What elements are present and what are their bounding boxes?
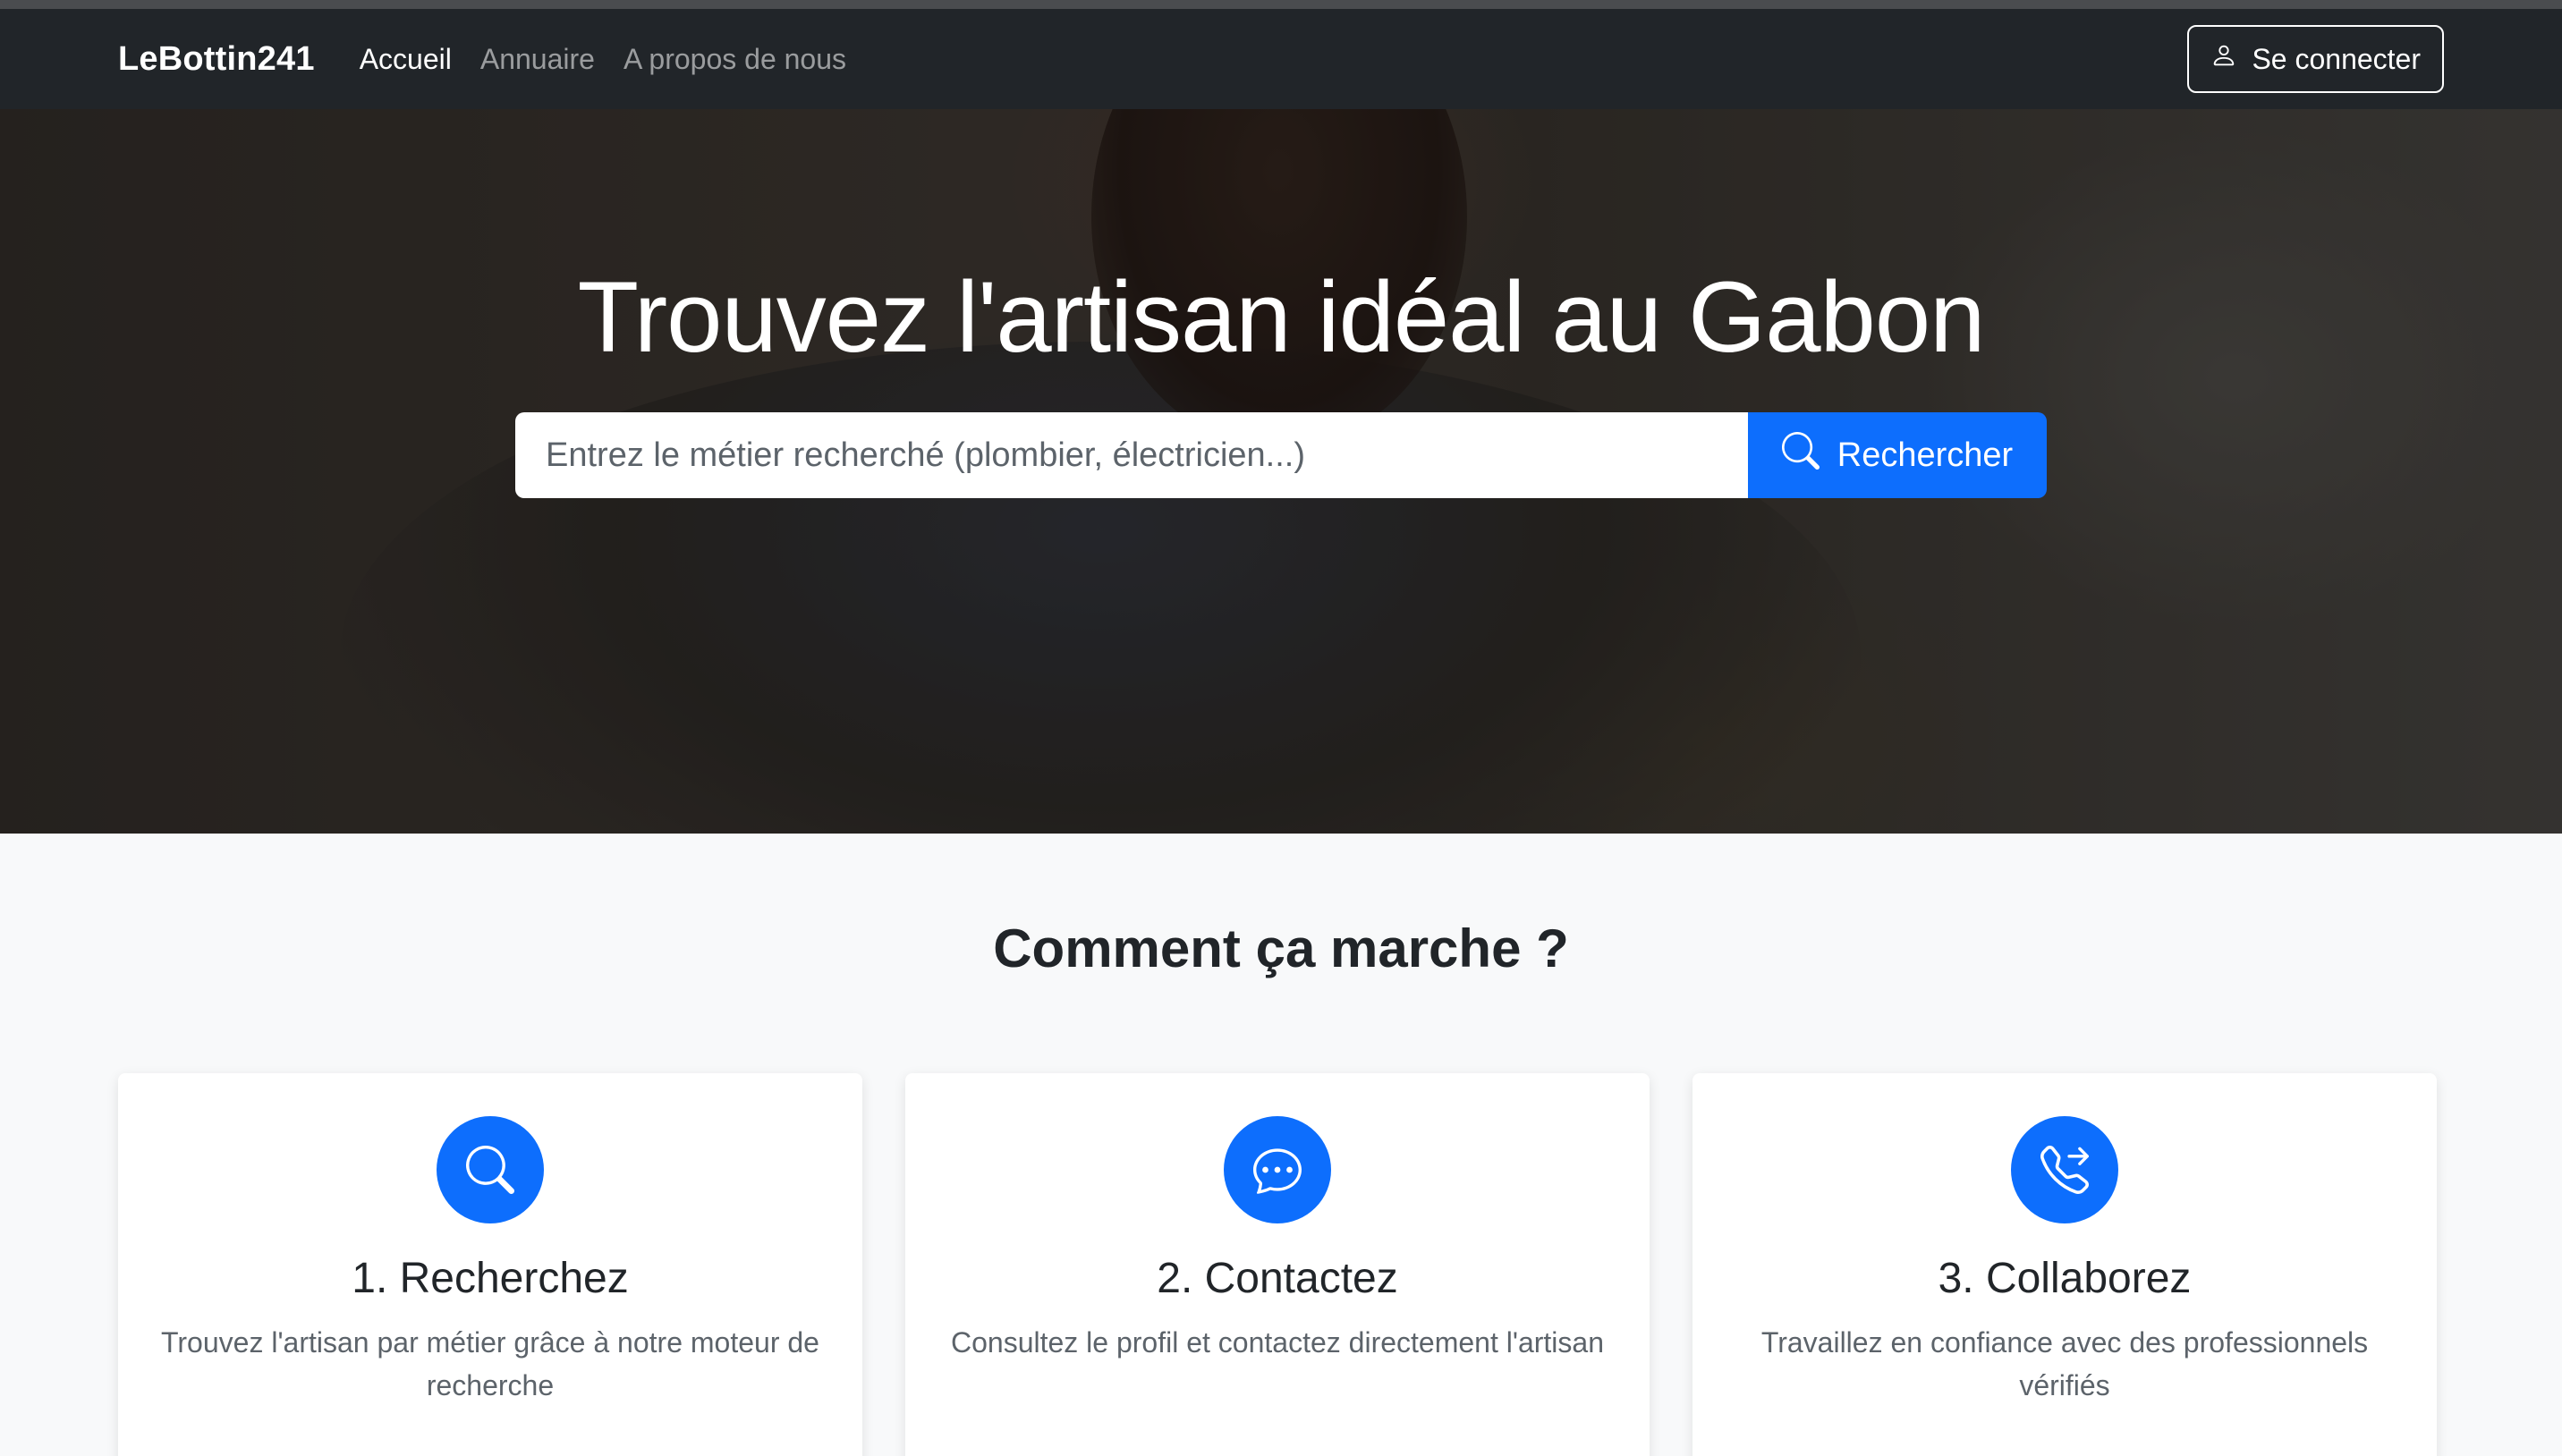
login-label: Se connecter xyxy=(2252,42,2421,75)
step-description: Trouvez l'artisan par métier grâce à not… xyxy=(161,1326,819,1401)
nav-link-a-propos[interactable]: A propos de nous xyxy=(624,43,846,76)
step-title: 2. Contactez xyxy=(1157,1255,1398,1302)
phone-forward-icon xyxy=(2011,1116,2118,1223)
search-bar: Rechercher xyxy=(515,412,2047,498)
search-icon xyxy=(437,1116,544,1223)
hero-title: Trouvez l'artisan idéal au Gabon xyxy=(577,261,1986,373)
search-button-label: Rechercher xyxy=(1837,436,2014,474)
step-card-search: 1. Recherchez Trouvez l'artisan par méti… xyxy=(118,1073,862,1456)
window-top-edge xyxy=(0,0,2562,9)
step-description: Travaillez en confiance avec des profess… xyxy=(1760,1326,2369,1401)
step-title: 3. Collaborez xyxy=(1938,1255,2192,1302)
step-title: 1. Recherchez xyxy=(352,1255,629,1302)
how-it-works-title: Comment ça marche ? xyxy=(993,918,1569,978)
steps-cards: 1. Recherchez Trouvez l'artisan par méti… xyxy=(118,1073,2437,1456)
person-icon xyxy=(2210,42,2237,76)
search-button[interactable]: Rechercher xyxy=(1748,412,2047,498)
search-icon xyxy=(1781,432,1820,478)
step-description: Consultez le profil et contactez directe… xyxy=(950,1326,1604,1359)
search-input[interactable] xyxy=(515,412,1748,498)
login-button[interactable]: Se connecter xyxy=(2187,25,2444,93)
step-card-contact: 2. Contactez Consultez le profil et cont… xyxy=(905,1073,1650,1456)
nav-link-annuaire[interactable]: Annuaire xyxy=(480,43,595,76)
hero-banner: Trouvez l'artisan idéal au Gabon Recherc… xyxy=(0,109,2562,834)
brand-logo[interactable]: LeBottin241 xyxy=(118,40,315,79)
nav-link-accueil[interactable]: Accueil xyxy=(360,43,452,76)
navbar: LeBottin241 Accueil Annuaire A propos de… xyxy=(0,9,2562,109)
chat-dots-icon xyxy=(1224,1116,1331,1223)
hero-content: Trouvez l'artisan idéal au Gabon Recherc… xyxy=(0,109,2562,834)
step-card-collaborate: 3. Collaborez Travaillez en confiance av… xyxy=(1692,1073,2437,1456)
